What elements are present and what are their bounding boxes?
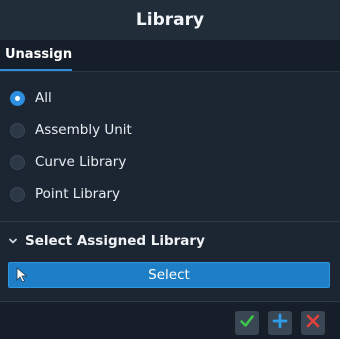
- chevron-down-icon[interactable]: [7, 235, 19, 247]
- cursor-arrow-icon: [16, 267, 28, 287]
- select-button[interactable]: Select: [8, 262, 330, 288]
- option-point-library-label: Point Library: [35, 186, 121, 202]
- option-point-library[interactable]: Point Library: [10, 182, 120, 206]
- check-icon: [239, 313, 255, 333]
- section-divider: [0, 221, 340, 222]
- title-bar: Library: [0, 0, 340, 40]
- radio-curve-library[interactable]: [10, 154, 25, 170]
- option-curve-library-label: Curve Library: [35, 154, 127, 170]
- option-assembly-unit-label: Assembly Unit: [35, 122, 132, 138]
- option-curve-library[interactable]: Curve Library: [10, 150, 126, 174]
- section-select-assigned-library[interactable]: Select Assigned Library: [0, 229, 340, 253]
- tab-bar: Unassign: [0, 40, 340, 72]
- library-panel: Library Unassign All Assembly Unit Curve…: [0, 0, 340, 339]
- section-title: Select Assigned Library: [25, 233, 205, 249]
- confirm-button[interactable]: [235, 311, 259, 335]
- footer-toolbar: [0, 301, 340, 339]
- option-all-label: All: [35, 90, 52, 106]
- radio-assembly-unit[interactable]: [10, 122, 25, 138]
- radio-point-library[interactable]: [10, 186, 25, 202]
- cancel-button[interactable]: [301, 311, 325, 335]
- plus-icon: [272, 313, 288, 333]
- option-all[interactable]: All: [10, 86, 52, 110]
- tab-unassign[interactable]: Unassign: [0, 40, 72, 71]
- panel-title: Library: [135, 10, 205, 30]
- add-button[interactable]: [268, 311, 292, 335]
- option-assembly-unit[interactable]: Assembly Unit: [10, 118, 132, 142]
- radio-all[interactable]: [10, 90, 25, 106]
- select-button-label: Select: [148, 267, 190, 283]
- close-icon: [305, 313, 321, 333]
- radio-selected-dot: [15, 95, 20, 101]
